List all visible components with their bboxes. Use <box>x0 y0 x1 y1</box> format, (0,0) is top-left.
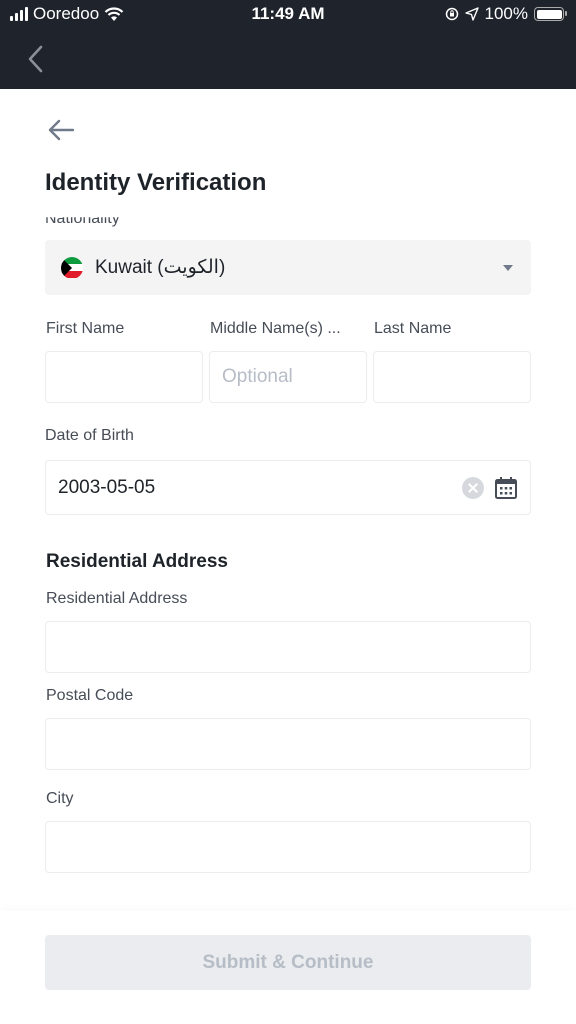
residential-address-input[interactable] <box>45 621 531 673</box>
battery-icon <box>534 7 567 21</box>
residential-address-label: Residential Address <box>46 590 188 607</box>
nationality-value: Kuwait (الكويت) <box>95 257 226 278</box>
dob-value: 2003-05-05 <box>58 476 156 498</box>
nav-bar <box>0 30 576 89</box>
page-title: Identity Verification <box>45 169 267 196</box>
middle-name-placeholder: Optional <box>222 366 293 387</box>
calendar-icon[interactable] <box>494 476 518 500</box>
first-name-label: First Name <box>46 320 125 337</box>
city-label: City <box>46 790 74 807</box>
orientation-lock-icon <box>445 7 458 21</box>
status-bar: Ooredoo 11:49 AM 100% <box>0 0 576 30</box>
kuwait-flag-icon <box>61 256 83 279</box>
last-name-label: Last Name <box>374 320 452 337</box>
submit-continue-button[interactable]: Submit & Continue <box>45 935 531 990</box>
first-name-input[interactable] <box>45 351 203 403</box>
middle-name-label: Middle Name(s) ... <box>210 320 341 337</box>
last-name-input[interactable] <box>373 351 531 403</box>
residential-address-heading: Residential Address <box>46 551 228 572</box>
nav-back-chevron-icon[interactable] <box>22 42 52 76</box>
caret-down-icon <box>503 264 513 271</box>
footer: Submit & Continue <box>0 911 576 1024</box>
dob-label: Date of Birth <box>45 427 134 444</box>
back-arrow-icon[interactable] <box>45 116 77 144</box>
postal-code-label: Postal Code <box>46 687 134 704</box>
battery-percent: 100% <box>484 4 528 23</box>
postal-code-input[interactable] <box>45 718 531 770</box>
status-right: 100% <box>445 4 567 24</box>
dob-input[interactable]: 2003-05-05 <box>45 460 531 515</box>
form-content: Identity Verification Nationality Kuwait… <box>0 89 576 911</box>
middle-name-input[interactable]: Optional <box>209 351 367 403</box>
nationality-label: Nationality <box>45 210 120 227</box>
location-icon <box>464 7 479 21</box>
city-input[interactable] <box>45 821 531 873</box>
clear-icon[interactable] <box>462 476 484 499</box>
nationality-select[interactable]: Kuwait (الكويت) <box>45 240 531 295</box>
